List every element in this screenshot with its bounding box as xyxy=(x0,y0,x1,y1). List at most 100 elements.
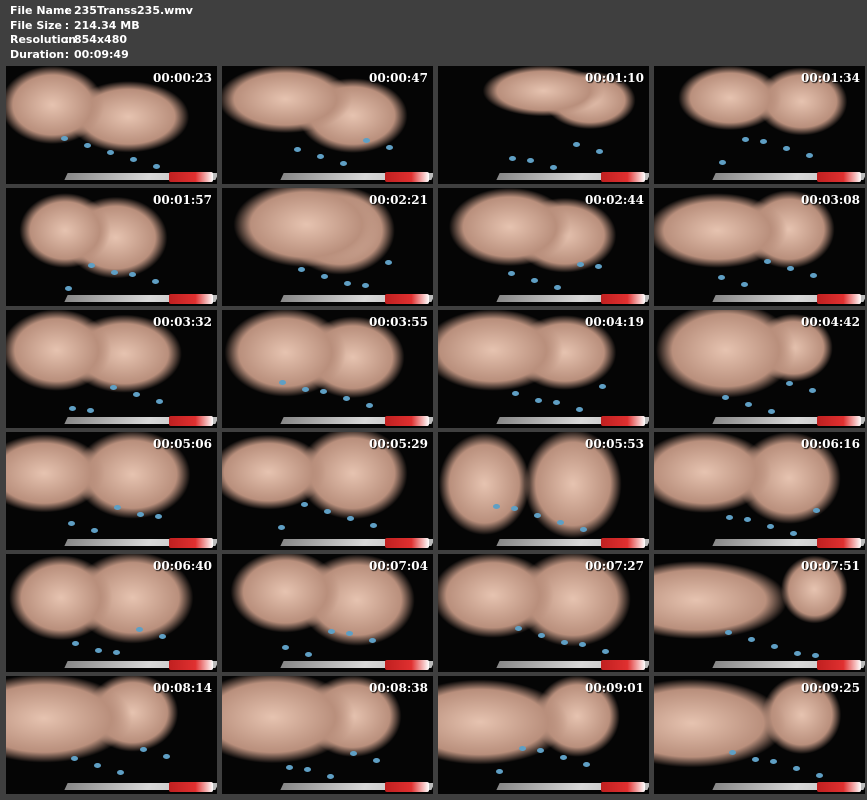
nail-mark xyxy=(806,153,813,158)
nail-mark xyxy=(94,763,101,768)
nail-mark xyxy=(305,652,312,657)
watermark-logo xyxy=(601,172,645,182)
nail-mark xyxy=(117,770,124,775)
nail-mark xyxy=(87,408,94,413)
info-value: 214.34 MB xyxy=(74,18,140,32)
watermark-logo xyxy=(169,172,213,182)
video-thumbnail: 00:05:06 xyxy=(6,432,217,550)
video-thumbnail: 00:06:40 xyxy=(6,554,217,672)
nail-mark xyxy=(550,165,557,170)
watermark-logo xyxy=(601,538,645,548)
nail-mark xyxy=(317,154,324,159)
nail-mark xyxy=(515,626,522,631)
nail-mark xyxy=(493,504,500,509)
video-thumbnail: 00:03:32 xyxy=(6,310,217,428)
nail-mark xyxy=(155,514,162,519)
timestamp-label: 00:09:01 xyxy=(585,681,644,695)
nail-mark xyxy=(136,627,143,632)
nail-mark xyxy=(745,402,752,407)
watermark-logo xyxy=(601,660,645,670)
video-thumbnail: 00:03:08 xyxy=(654,188,865,306)
nail-mark xyxy=(153,164,160,169)
resolution-row: Resolution : 854x480 xyxy=(10,33,193,48)
nail-mark xyxy=(156,399,163,404)
nail-mark xyxy=(370,523,377,528)
nail-mark xyxy=(767,524,774,529)
nail-mark xyxy=(328,629,335,634)
nail-mark xyxy=(107,150,114,155)
file-name-row: File Name : 235Transs235.wmv xyxy=(10,4,193,19)
nail-mark xyxy=(726,515,733,520)
nail-mark xyxy=(719,160,726,165)
watermark-logo xyxy=(817,538,861,548)
nail-mark xyxy=(163,754,170,759)
timestamp-label: 00:06:40 xyxy=(153,559,212,573)
nail-mark xyxy=(110,385,117,390)
video-thumbnail: 00:08:38 xyxy=(222,676,433,794)
duration-row: Duration : 00:09:49 xyxy=(10,48,193,63)
nail-mark xyxy=(347,516,354,521)
video-thumbnail: 00:06:16 xyxy=(654,432,865,550)
nail-mark xyxy=(557,520,564,525)
nail-mark xyxy=(511,506,518,511)
info-separator: : xyxy=(64,18,70,32)
nail-mark xyxy=(327,774,334,779)
nail-mark xyxy=(729,750,736,755)
timestamp-label: 00:03:32 xyxy=(153,315,212,329)
nail-mark xyxy=(279,380,286,385)
info-key: File Size xyxy=(10,18,62,32)
nail-mark xyxy=(535,398,542,403)
timestamp-label: 00:03:55 xyxy=(369,315,428,329)
nail-mark xyxy=(340,161,347,166)
nail-mark xyxy=(793,766,800,771)
nail-mark xyxy=(72,641,79,646)
video-thumbnail: 00:04:42 xyxy=(654,310,865,428)
nail-mark xyxy=(512,391,519,396)
timestamp-label: 00:04:42 xyxy=(801,315,860,329)
nail-mark xyxy=(366,403,373,408)
timestamp-label: 00:00:47 xyxy=(369,71,428,85)
watermark-logo xyxy=(169,538,213,548)
video-thumbnail: 00:05:53 xyxy=(438,432,649,550)
info-value: 235Transs235.wmv xyxy=(74,4,193,17)
nail-mark xyxy=(111,270,118,275)
nail-mark xyxy=(129,272,136,277)
nail-mark xyxy=(560,755,567,760)
timestamp-label: 00:04:19 xyxy=(585,315,644,329)
nail-mark xyxy=(298,267,305,272)
nail-mark xyxy=(65,286,72,291)
info-key: Duration xyxy=(10,47,65,61)
nail-mark xyxy=(302,387,309,392)
nail-mark xyxy=(71,756,78,761)
nail-mark xyxy=(538,633,545,638)
watermark-logo xyxy=(601,416,645,426)
video-thumbnail: 00:02:21 xyxy=(222,188,433,306)
nail-mark xyxy=(369,638,376,643)
video-thumbnail: 00:01:57 xyxy=(6,188,217,306)
video-thumbnail: 00:07:51 xyxy=(654,554,865,672)
video-thumbnail: 00:07:04 xyxy=(222,554,433,672)
watermark-logo xyxy=(385,782,429,792)
nail-mark xyxy=(321,274,328,279)
nail-mark xyxy=(363,138,370,143)
watermark-logo xyxy=(385,294,429,304)
timestamp-label: 00:05:53 xyxy=(585,437,644,451)
video-thumbnail: 00:08:14 xyxy=(6,676,217,794)
nail-mark xyxy=(346,631,353,636)
nail-mark xyxy=(595,264,602,269)
nail-mark xyxy=(278,525,285,530)
nail-mark xyxy=(531,278,538,283)
nail-mark xyxy=(718,275,725,280)
info-separator: : xyxy=(64,33,70,46)
nail-mark xyxy=(816,773,823,778)
nail-mark xyxy=(301,502,308,507)
video-thumbnail: 00:01:10 xyxy=(438,66,649,184)
video-thumbnail: 00:04:19 xyxy=(438,310,649,428)
nail-mark xyxy=(770,759,777,764)
watermark-logo xyxy=(385,172,429,182)
nail-mark xyxy=(813,508,820,513)
nail-mark xyxy=(809,388,816,393)
info-value: 00:09:49 xyxy=(74,47,129,61)
nail-mark xyxy=(84,143,91,148)
watermark-logo xyxy=(817,416,861,426)
